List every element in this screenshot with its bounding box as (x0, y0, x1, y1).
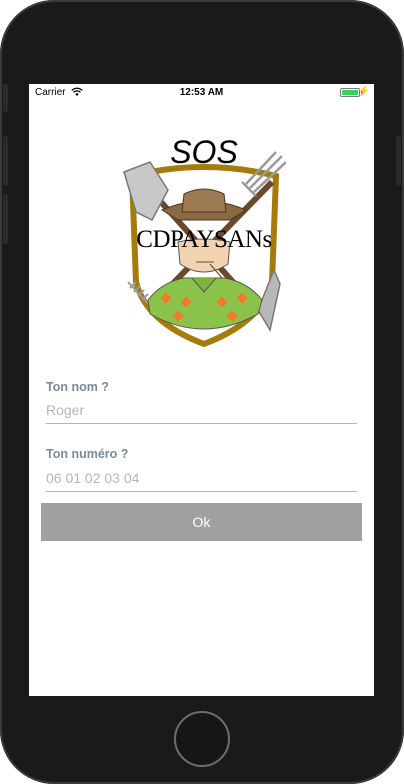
power-button (396, 136, 401, 186)
status-bar: Carrier 12:53 AM ⚡ (29, 84, 374, 102)
ok-button[interactable]: Ok (41, 503, 362, 541)
phone-frame: Carrier 12:53 AM ⚡ SOS CDPAYSANs Ton nom… (0, 0, 404, 784)
clock: 12:53 AM (179, 87, 224, 98)
name-input[interactable] (46, 396, 357, 424)
volume-up-button (3, 136, 8, 186)
logo-title: SOS (170, 134, 238, 170)
mute-switch (3, 84, 8, 112)
name-label: Ton nom ? (46, 380, 109, 394)
phone-number-input[interactable] (46, 464, 357, 492)
home-button[interactable] (174, 711, 230, 767)
app-screen: Carrier 12:53 AM ⚡ SOS CDPAYSANs Ton nom… (29, 84, 374, 696)
volume-down-button (3, 194, 8, 244)
number-label: Ton numéro ? (46, 447, 129, 461)
charging-bolt-icon: ⚡ (357, 86, 370, 97)
logo-banner: CDPAYSANs (136, 226, 272, 253)
